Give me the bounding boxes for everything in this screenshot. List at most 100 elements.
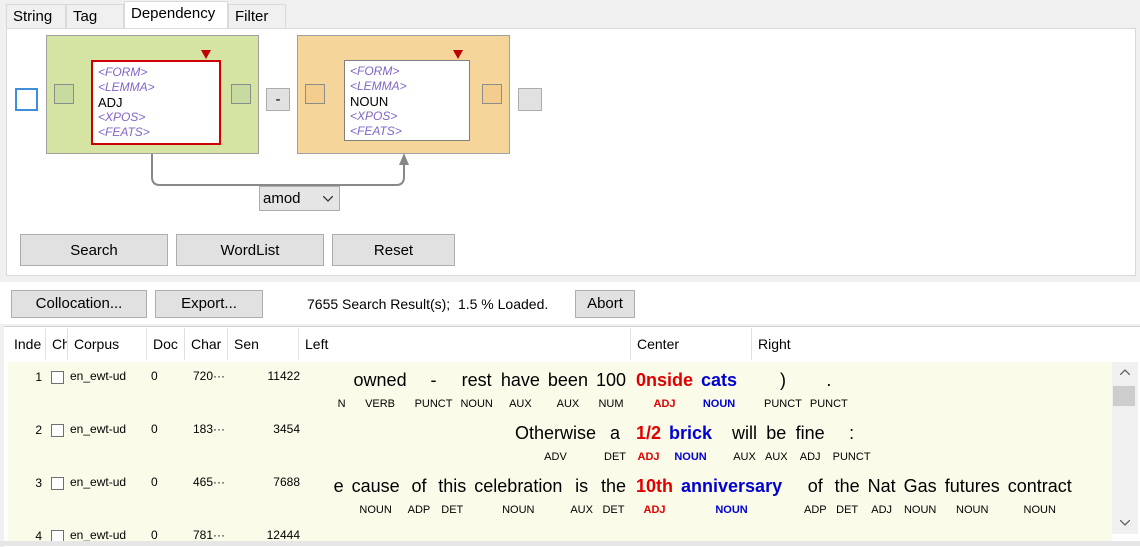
token-form: have (500, 370, 540, 390)
col-header-index[interactable]: Inde (8, 328, 46, 360)
token: ) PUNCT (764, 366, 802, 414)
row-left-context: Otherwise ADV a DET (511, 419, 630, 467)
col-header-sen[interactable]: Sen (228, 328, 299, 360)
token-form: fine (795, 423, 825, 443)
row-checkbox[interactable] (51, 424, 64, 437)
token-pos: NOUN (715, 504, 748, 516)
token: of ADP (408, 472, 431, 520)
row-corpus: en_ewt-ud (70, 475, 127, 489)
token: Otherwise ADV (515, 419, 596, 467)
token-pos: AUX (509, 398, 532, 410)
row-corpus: en_ewt-ud (70, 369, 127, 383)
token-pos (334, 500, 344, 520)
col-header-doc[interactable]: Doc (147, 328, 185, 360)
table-row[interactable]: 3 en_ewt-ud 0 465··· 7688 e cause NOUN of ADP this… (8, 468, 1112, 521)
row-center-context: 1/2 ADJ brick NOUN (632, 419, 716, 467)
token: . PUNCT (810, 366, 848, 414)
token: rest NOUN (460, 366, 492, 414)
token-form: futures (944, 476, 1000, 496)
scroll-up-icon[interactable] (1120, 369, 1130, 375)
token: brick NOUN (669, 419, 712, 467)
col-header-right[interactable]: Right (752, 328, 1110, 360)
token: contract NOUN (1008, 472, 1072, 520)
token-pos: PUNCT (764, 398, 802, 410)
token-pos: AUX (556, 398, 580, 410)
row-char: 720··· (193, 369, 226, 383)
token-pos: DET (836, 504, 859, 516)
token-form: will (732, 423, 757, 443)
reset-button[interactable]: Reset (332, 234, 455, 266)
token-form: 10th (636, 476, 674, 496)
token: fine ADJ (796, 419, 825, 467)
token-pos: ADJ (871, 504, 893, 516)
token: cause NOUN (352, 472, 400, 520)
token-pos: NOUN (903, 504, 937, 516)
col-header-center[interactable]: Center (631, 328, 752, 360)
results-body: 1 en_ewt-ud 0 720··· 11422 Nowned VERB - PUNCT re… (8, 362, 1112, 546)
token-form: 100 (595, 370, 626, 390)
search-button[interactable]: Search (20, 234, 168, 266)
token-form: of (807, 476, 823, 496)
token: will AUX (732, 419, 757, 467)
row-doc: 0 (151, 422, 158, 436)
token-pos: N (337, 398, 346, 410)
token-pos: PUNCT (414, 398, 453, 410)
token-pos: DET (602, 504, 625, 516)
table-row[interactable]: 2 en_ewt-ud 0 183··· 3454 Otherwise ADV a DET 1/2… (8, 415, 1112, 468)
token-form: owned (353, 370, 407, 390)
col-header-left[interactable]: Left (299, 328, 631, 360)
row-char: 183··· (193, 422, 226, 436)
token: futures NOUN (945, 472, 1000, 520)
wordlist-button[interactable]: WordList (176, 234, 324, 266)
token-pos: PUNCT (809, 398, 848, 410)
row-doc: 0 (151, 369, 158, 383)
tab-string[interactable]: String (6, 4, 66, 28)
vertical-scrollbar[interactable] (1112, 362, 1138, 534)
token-pos: PUNCT (832, 451, 871, 463)
token: the DET (601, 472, 626, 520)
token-pos: ADJ (643, 504, 666, 516)
tab-tag[interactable]: Tag (66, 4, 124, 28)
token-pos: AUX (570, 504, 593, 516)
token-form: Gas (903, 476, 937, 496)
token: anniversary NOUN (681, 472, 782, 520)
token-pos: AUX (733, 451, 756, 463)
token: this DET (438, 472, 466, 520)
tab-dependency[interactable]: Dependency (124, 1, 228, 29)
row-checkbox[interactable] (51, 371, 64, 384)
scroll-down-icon[interactable] (1120, 520, 1130, 526)
row-checkbox[interactable] (51, 477, 64, 490)
row-center-context: 10th ADJ anniversary NOUN (632, 472, 786, 520)
relation-value: amod (263, 190, 301, 207)
relation-select[interactable]: amod (259, 186, 340, 211)
row-center-context: 0nside ADJ cats NOUN (632, 366, 741, 414)
token: owned VERB (354, 366, 407, 414)
token-form: - (430, 370, 437, 390)
abort-button[interactable]: Abort (575, 290, 635, 318)
row-sen: 3454 (273, 422, 300, 436)
tab-filter[interactable]: Filter (228, 4, 286, 28)
token-form (338, 366, 346, 394)
collocation-button[interactable]: Collocation... (11, 290, 147, 318)
row-left-context: e cause NOUN of ADP this DET celebration NOUN is A… (330, 472, 630, 520)
col-header-char[interactable]: Char (185, 328, 228, 360)
col-header-check[interactable]: Ch (46, 328, 68, 360)
token-pos: NOUN (674, 451, 707, 463)
token-form: Otherwise (514, 423, 596, 443)
table-row[interactable]: 1 en_ewt-ud 0 720··· 11422 Nowned VERB - PUNCT re… (8, 362, 1112, 415)
token-pos: ADJ (653, 398, 676, 410)
horizontal-scrollbar[interactable] (0, 541, 1140, 546)
token-pos: NOUN (702, 398, 736, 410)
token: Gas NOUN (904, 472, 937, 520)
token-pos: DET (441, 504, 464, 516)
row-sen: 11422 (267, 369, 300, 383)
token-form: be (766, 423, 787, 443)
scrollbar-thumb[interactable] (1113, 386, 1135, 406)
token: been AUX (548, 366, 588, 414)
token: the DET (835, 472, 860, 520)
row-index: 1 (35, 370, 42, 384)
col-header-corpus[interactable]: Corpus (68, 328, 147, 360)
token-form: anniversary (681, 476, 783, 496)
export-button[interactable]: Export... (155, 290, 263, 318)
token-form: this (438, 476, 467, 496)
